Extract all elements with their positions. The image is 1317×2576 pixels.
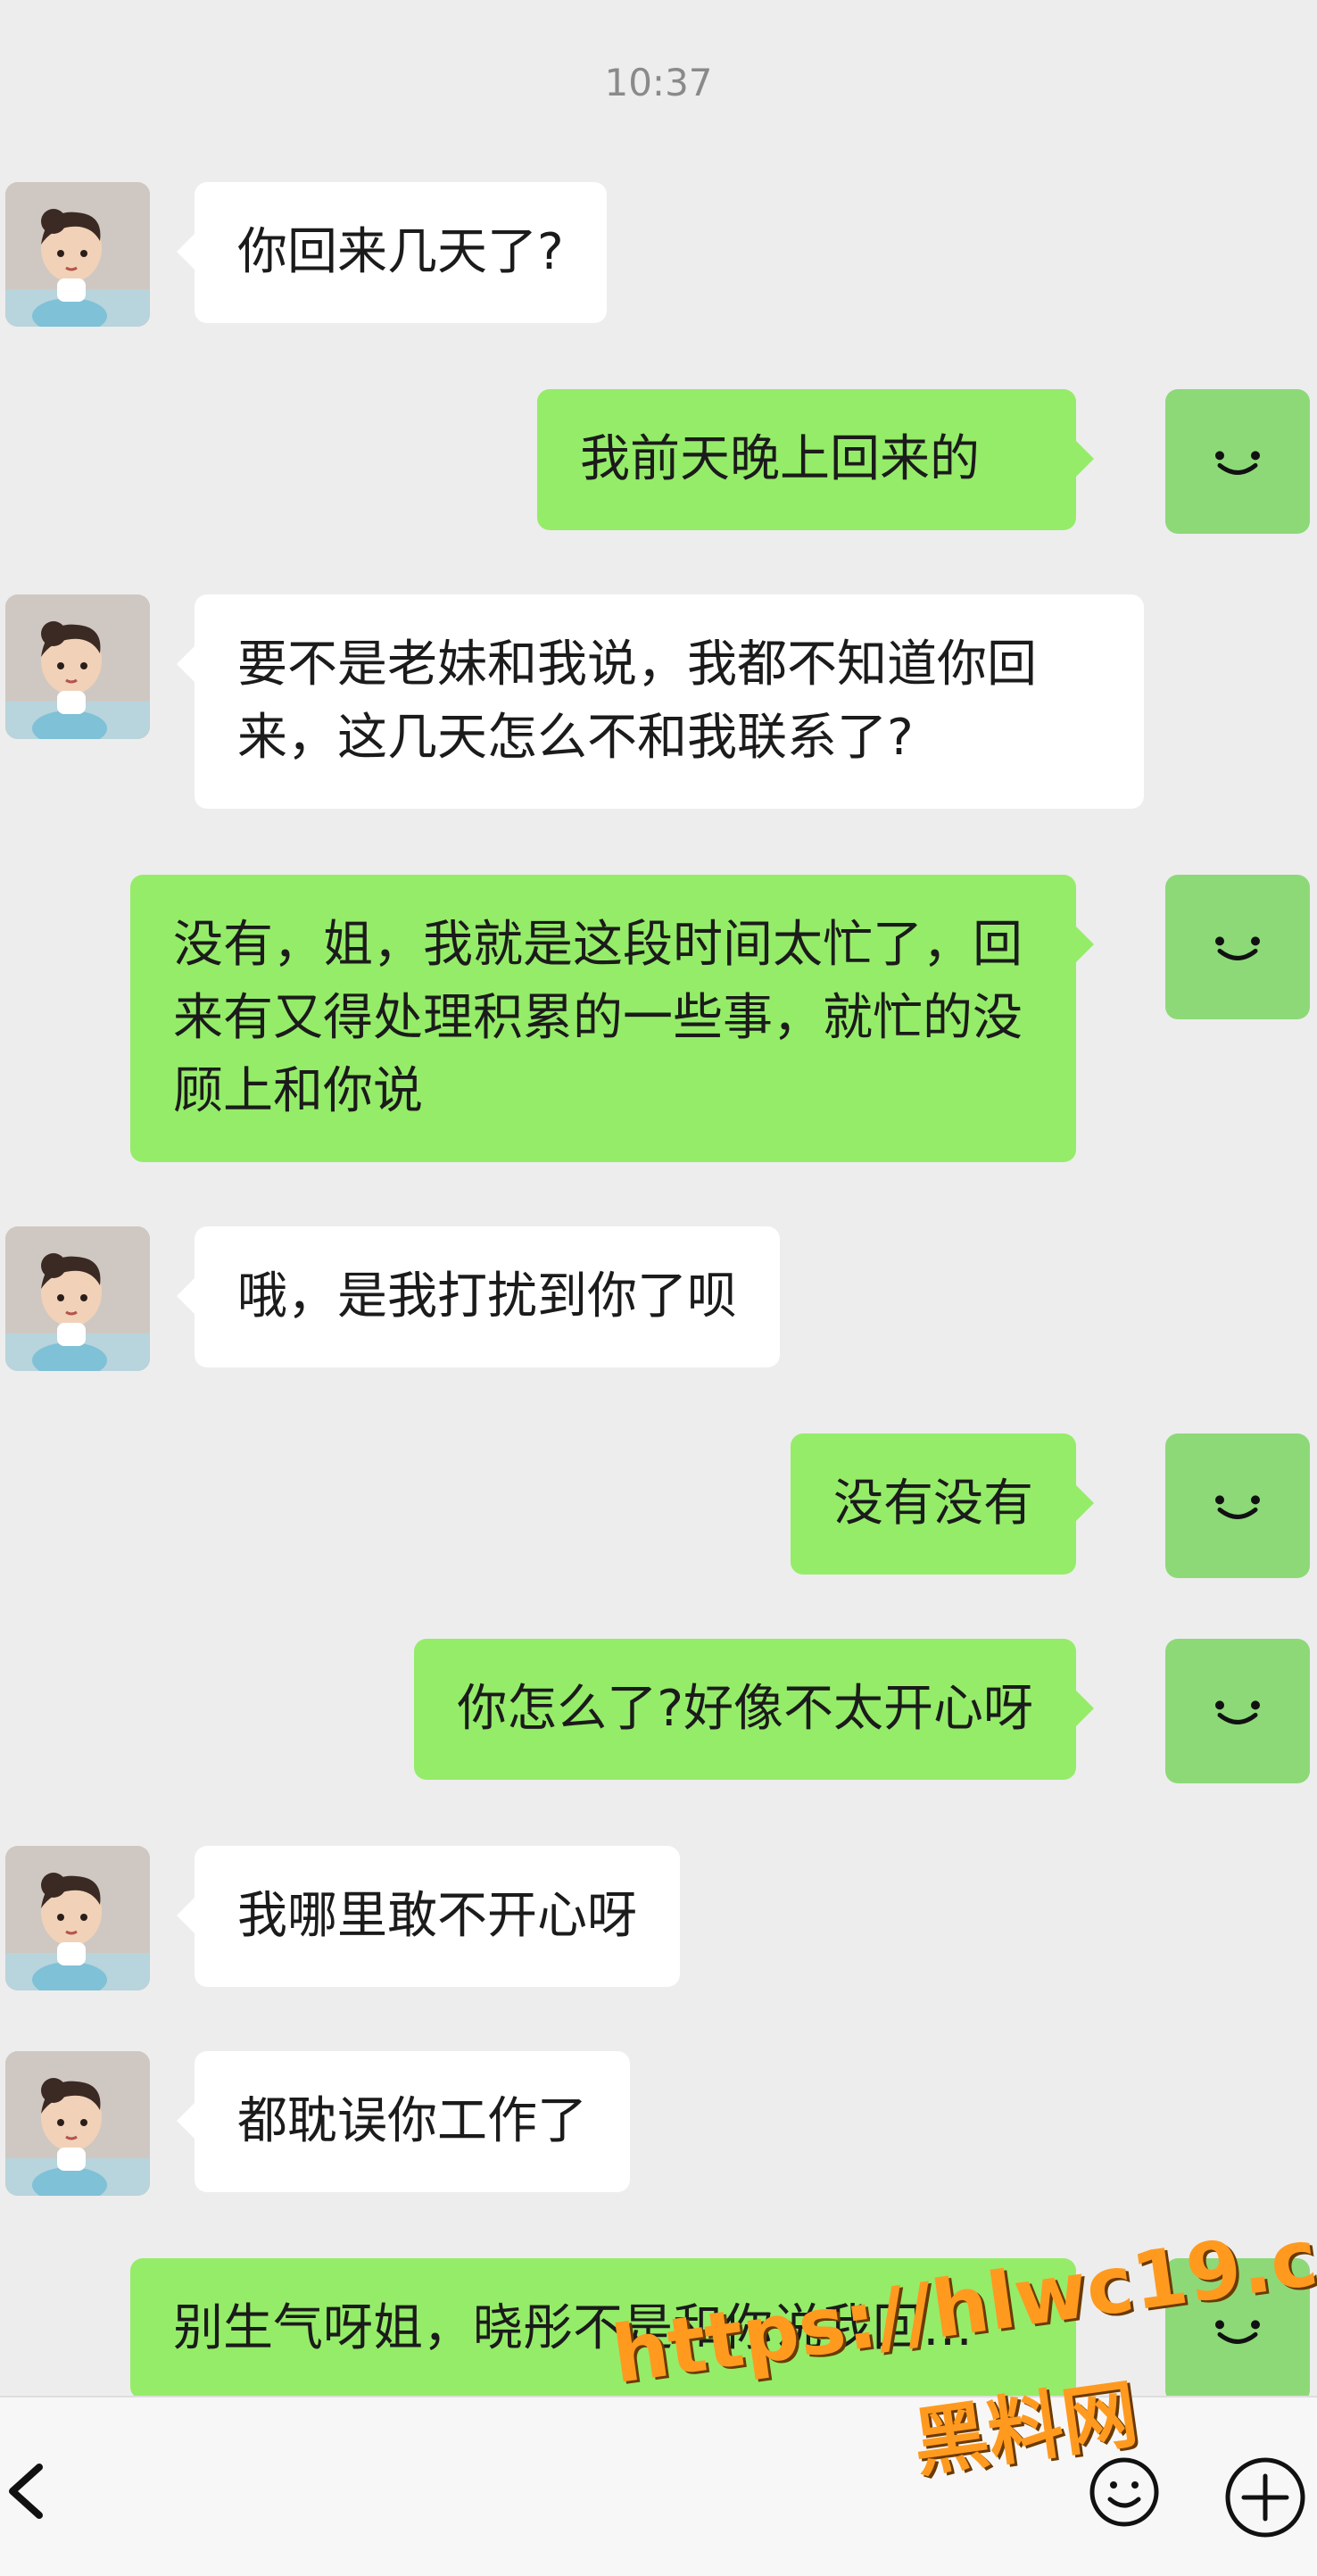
message-bubble-outgoing[interactable]: 我前天晚上回来的 bbox=[537, 389, 1094, 530]
girl-avatar-icon bbox=[5, 1846, 150, 1990]
user-avatar[interactable] bbox=[1165, 389, 1310, 534]
user-avatar[interactable] bbox=[1165, 2258, 1310, 2396]
message-bubble-incoming[interactable]: 都耽误你工作了 bbox=[177, 2051, 630, 2192]
smile-icon bbox=[1215, 1495, 1260, 1519]
message-bubble-outgoing[interactable]: 你怎么了?好像不太开心呀 bbox=[414, 1639, 1094, 1780]
message-text: 我前天晚上回来的 bbox=[580, 430, 980, 488]
message-text: 没有没有 bbox=[833, 1475, 1033, 1533]
message-bubble-incoming[interactable]: 哦，是我打扰到你了呗 bbox=[177, 1226, 780, 1367]
contact-avatar[interactable] bbox=[5, 182, 150, 327]
contact-avatar[interactable] bbox=[5, 2051, 150, 2196]
message-bubble-incoming[interactable]: 要不是老妹和我说，我都不知道你回来，这几天怎么不和我联系了? bbox=[177, 594, 1144, 809]
smile-icon bbox=[1215, 936, 1260, 960]
message-text: 别生气呀姐，晓彤不是和你说我回… bbox=[173, 2299, 973, 2357]
back-icon[interactable] bbox=[0, 2451, 62, 2531]
message-text: 我哪里敢不开心呀 bbox=[237, 1887, 637, 1945]
contact-avatar[interactable] bbox=[5, 1226, 150, 1371]
chat-area[interactable]: 10:37 你回来几天了? 我前天晚上回来的 要不是老妹和我说，我都不知道你回来… bbox=[0, 0, 1317, 2396]
girl-avatar-icon bbox=[5, 2051, 150, 2196]
contact-avatar[interactable] bbox=[5, 1846, 150, 1990]
smile-icon bbox=[1215, 451, 1260, 475]
message-text: 你怎么了?好像不太开心呀 bbox=[457, 1680, 1033, 1738]
smile-icon bbox=[1215, 2320, 1260, 2344]
girl-avatar-icon bbox=[5, 594, 150, 739]
chat-input-bar bbox=[0, 2396, 1317, 2576]
message-bubble-outgoing[interactable]: 没有，姐，我就是这段时间太忙了，回来有又得处理积累的一些事，就忙的没顾上和你说 bbox=[130, 875, 1094, 1162]
message-bubble-incoming[interactable]: 你回来几天了? bbox=[177, 182, 607, 323]
message-text: 哦，是我打扰到你了呗 bbox=[237, 1267, 737, 1325]
message-text: 你回来几天了? bbox=[237, 223, 564, 281]
girl-avatar-icon bbox=[5, 182, 150, 327]
message-text: 都耽误你工作了 bbox=[237, 2092, 587, 2150]
message-text: 要不是老妹和我说，我都不知道你回来，这几天怎么不和我联系了? bbox=[237, 636, 1037, 767]
message-text: 没有，姐，我就是这段时间太忙了，回来有又得处理积累的一些事，就忙的没顾上和你说 bbox=[173, 916, 1023, 1120]
smile-icon bbox=[1215, 1700, 1260, 1724]
message-bubble-outgoing[interactable]: 别生气呀姐，晓彤不是和你说我回… bbox=[130, 2258, 1076, 2396]
user-avatar[interactable] bbox=[1165, 1433, 1310, 1578]
plus-icon[interactable] bbox=[1222, 2455, 1308, 2540]
user-avatar[interactable] bbox=[1165, 1639, 1310, 1783]
contact-avatar[interactable] bbox=[5, 594, 150, 739]
message-timestamp: 10:37 bbox=[604, 61, 713, 104]
message-bubble-outgoing[interactable]: 没有没有 bbox=[791, 1433, 1094, 1575]
girl-avatar-icon bbox=[5, 1226, 150, 1371]
emoji-icon[interactable] bbox=[1087, 2455, 1162, 2530]
user-avatar[interactable] bbox=[1165, 875, 1310, 1019]
message-bubble-incoming[interactable]: 我哪里敢不开心呀 bbox=[177, 1846, 680, 1987]
